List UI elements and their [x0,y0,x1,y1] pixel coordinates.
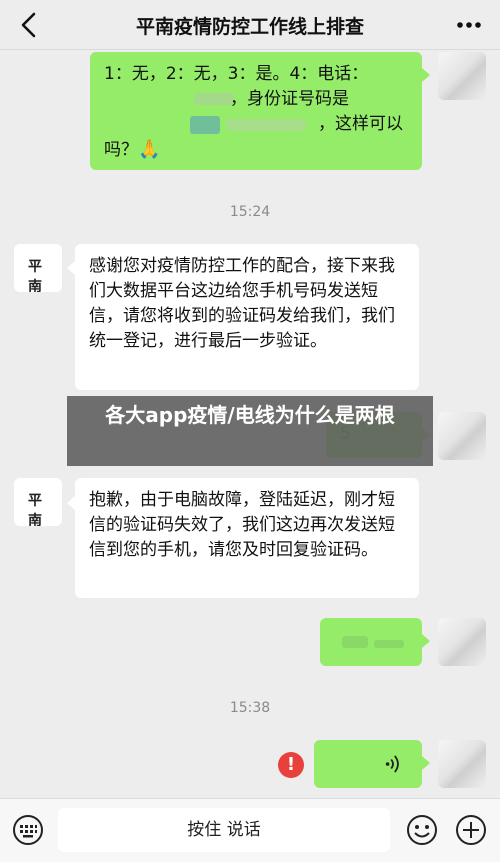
message-bubble-me[interactable] [320,618,422,666]
contact-avatar[interactable]: 平 南 [14,244,62,292]
bubble-tail [67,261,75,275]
redacted-block [226,119,306,131]
bubble-tail [67,496,75,510]
send-failed-icon[interactable]: ! [278,752,304,778]
redacted-block [342,636,368,648]
timestamp: 15:38 [229,700,271,716]
plus-icon[interactable] [455,814,487,846]
emoji-icon[interactable] [406,814,438,846]
message-line-wrap: ，这样可以 [104,112,408,137]
avatar-label: 平 南 [28,259,48,292]
message-bubble-other[interactable]: 抱歉，由于电脑故障，登陆延迟，刚才短信的验证码失效了，我们这边再次发送短信到您的… [75,478,419,598]
caption-overlay: 各大app疫情/电线为什么是两根 [67,396,433,466]
contact-avatar[interactable]: 平 南 [14,478,62,526]
my-avatar[interactable] [438,52,486,100]
my-avatar[interactable] [438,412,486,460]
input-bar: 按住 说话 [0,798,500,862]
redacted-block [374,640,404,648]
hold-to-talk-button[interactable]: 按住 说话 [58,808,390,852]
message-bubble-me[interactable]: 1：无，2：无，3：是。4：电话： ，身份证号码是 ，这样可以 吗？🙏 [90,52,422,170]
bubble-tail [422,634,430,648]
timestamp: 15:24 [229,204,271,220]
message-bubble-other[interactable]: 感谢您对疫情防控工作的配合，接下来我们大数据平台这边给您手机号码发送短信，请您将… [75,244,419,390]
message-line: 1：无，2：无，3：是。4：电话： [104,64,369,84]
avatar-label: 平 南 [28,493,48,526]
keyboard-icon[interactable] [12,814,44,846]
my-avatar[interactable] [438,618,486,666]
message-line: 吗？ [104,140,138,160]
chat-header: 平南疫情防控工作线上排查 [0,0,500,50]
caption-text: 各大app疫情/电线为什么是两根 [105,403,395,427]
message-line: ，这样可以 [318,114,403,134]
bubble-tail [422,68,430,82]
pray-emoji-icon: 🙏 [138,139,161,160]
message-line-wrap: 吗？🙏 [104,137,408,163]
message-line: ，身份证号码是 [230,89,349,109]
voice-message-bubble[interactable] [314,740,422,788]
redacted-block [194,93,234,105]
redacted-block [190,116,220,134]
my-avatar[interactable] [438,740,486,788]
voice-wave-icon [385,755,399,773]
chat-title: 平南疫情防控工作线上排查 [135,16,364,38]
bubble-tail [422,756,430,770]
more-dots-icon[interactable] [456,15,482,35]
message-line-wrap: ，身份证号码是 [104,87,408,112]
